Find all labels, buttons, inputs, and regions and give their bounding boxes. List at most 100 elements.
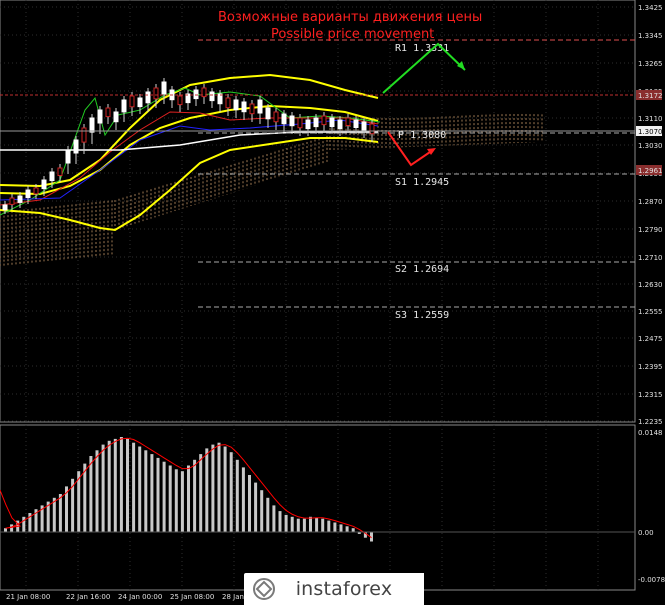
histogram-bar — [126, 438, 129, 532]
time-label: 22 Jan 16:00 — [66, 593, 110, 601]
histogram-bar — [327, 520, 331, 532]
histogram-bar — [10, 524, 14, 532]
price-tick-label: 1.3110 — [638, 115, 663, 123]
histogram-bar — [119, 437, 123, 532]
price-tick-label: 1.2790 — [638, 226, 663, 234]
candle-body — [305, 119, 311, 130]
histogram-bar — [339, 524, 343, 532]
histogram-bar — [241, 467, 245, 532]
histogram-bar — [254, 482, 258, 532]
histogram-bar — [333, 522, 337, 532]
s2-label: S2 1.2694 — [395, 264, 449, 275]
main-chart-frame — [0, 0, 636, 423]
r1-price-tag-text: 1.3172 — [638, 92, 663, 100]
histogram-bar — [83, 463, 87, 532]
candle-body — [65, 149, 71, 164]
s1-price-tag-text: 1.2961 — [638, 167, 663, 175]
candle-body — [153, 87, 159, 100]
histogram-bar — [290, 516, 294, 532]
histogram-bar — [52, 497, 56, 532]
candle-body — [33, 187, 39, 195]
histogram-bar — [248, 475, 251, 532]
price-tick-label: 1.2710 — [638, 254, 663, 262]
histogram-bar — [302, 518, 306, 532]
histogram-bar — [345, 526, 349, 532]
candle-body — [233, 99, 239, 111]
chart-title-en: Possible price movement — [271, 27, 434, 42]
time-axis: 21 Jan 08:00 22 Jan 16:00 24 Jan 00:00 2… — [6, 593, 244, 601]
candle-body — [273, 111, 279, 123]
price-tick-label: 1.2315 — [638, 391, 663, 399]
histogram-bar — [296, 518, 300, 532]
candle-body — [369, 123, 375, 135]
histogram-bar — [174, 469, 178, 532]
candle-body — [121, 99, 127, 113]
candle-body — [337, 119, 343, 130]
candle-body — [297, 117, 303, 129]
histogram-bar — [107, 440, 111, 532]
time-label: 24 Jan 00:00 — [118, 593, 162, 601]
candle-body — [265, 107, 271, 120]
candle-body — [25, 189, 31, 198]
oscillator-axis: 0.0148 0.00 -0.00788 — [638, 429, 665, 584]
histogram-bar — [351, 528, 355, 532]
price-axis: 1.34251.33451.32651.31851.31101.30301.29… — [638, 4, 663, 426]
price-tick-label: 1.2395 — [638, 363, 663, 371]
osc-zero-value: 0.00 — [638, 529, 654, 537]
histogram-bar — [101, 444, 105, 532]
histogram-bar — [229, 452, 233, 532]
price-tick-label: 1.3425 — [638, 4, 663, 12]
candle-body — [113, 111, 119, 123]
histogram-bar — [89, 456, 93, 532]
time-label: 21 Jan 08:00 — [6, 593, 50, 601]
histogram-bar — [22, 516, 26, 532]
price-chart[interactable]: R1 1.3331 P 1.3080 S1 1.2945 S2 1.2694 S… — [0, 0, 665, 605]
candle-body — [353, 119, 359, 128]
candle-body — [241, 101, 247, 113]
price-tick-label: 1.2235 — [638, 418, 663, 426]
p-label: P 1.3080 — [398, 130, 446, 141]
histogram-bar — [132, 442, 136, 532]
candle-body — [345, 117, 351, 126]
candle-body — [289, 115, 295, 127]
price-tick-label: 1.3345 — [638, 32, 663, 40]
price-tick-label: 1.2870 — [638, 198, 663, 206]
price-tick-label: 1.3265 — [638, 60, 663, 68]
histogram-bar — [180, 471, 184, 532]
s3-label: S3 1.2559 — [395, 310, 449, 321]
candle-body — [57, 167, 63, 176]
histogram-bar — [272, 505, 276, 532]
histogram-bar — [162, 461, 166, 532]
osc-bottom-value: -0.00788 — [638, 576, 665, 584]
histogram-bar — [315, 517, 319, 532]
price-tick-label: 1.2475 — [638, 335, 663, 343]
histogram-bar — [150, 454, 154, 532]
candle-body — [209, 91, 215, 102]
histogram-bar — [199, 454, 203, 532]
histogram-bar — [284, 514, 288, 532]
histogram-bar — [144, 450, 148, 532]
histogram-bar — [266, 497, 270, 532]
histogram-bar — [217, 442, 221, 532]
osc-top-value: 0.0148 — [638, 429, 663, 437]
candle-body — [225, 97, 231, 109]
instaforex-logo: instaforex — [244, 573, 424, 605]
current-price-tag-text: 1.3070 — [638, 128, 663, 136]
histogram-bar — [113, 438, 117, 532]
candle-body — [17, 195, 23, 203]
candle-body — [41, 179, 47, 190]
candle-body — [281, 113, 287, 125]
candle-body — [9, 197, 15, 205]
candle-body — [145, 91, 151, 104]
s1-label: S1 1.2945 — [395, 177, 449, 188]
histogram-bar — [193, 459, 197, 532]
histogram-bar — [223, 446, 227, 532]
candle-body — [105, 107, 111, 118]
candle-body — [97, 109, 103, 124]
candle-body — [89, 117, 95, 133]
histogram-bar — [4, 528, 7, 532]
histogram-bar — [321, 518, 325, 532]
oscillator-frame — [0, 424, 636, 591]
histogram-bar — [168, 465, 172, 532]
histogram-bar — [156, 457, 160, 532]
